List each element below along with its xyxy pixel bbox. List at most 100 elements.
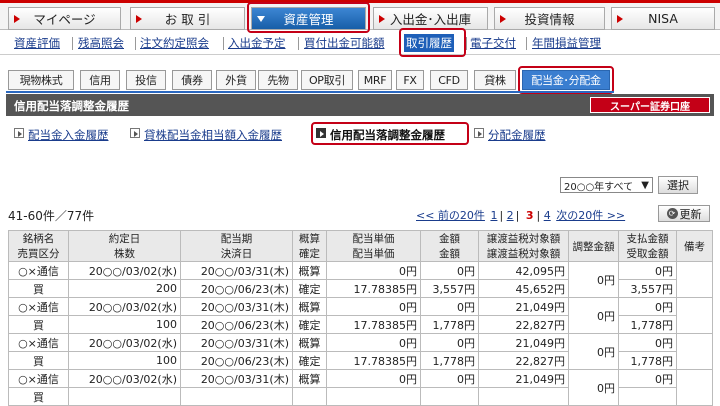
price-conf-cell: 17.78385円	[326, 315, 421, 334]
header-line: 譲渡益税対象額	[486, 233, 561, 245]
column-header: 約定日 株数	[68, 230, 181, 262]
price-conf-cell	[326, 387, 421, 406]
tab-margin[interactable]: 信用	[80, 70, 120, 90]
adjustment-cell: 0円	[568, 297, 619, 334]
column-header: 銘柄名 売買区分	[8, 230, 69, 262]
arrow-right-icon	[14, 15, 20, 23]
tab-fx[interactable]: FX	[396, 70, 424, 90]
column-header: 配当期 決済日	[180, 230, 293, 262]
stock-name-cell: ○×通信	[8, 369, 69, 388]
receipt-cell: 3,557円	[618, 279, 677, 298]
sub-nav-annual-pnl[interactable]: 年間損益管理	[532, 35, 601, 51]
price-est-cell: 0円	[326, 261, 421, 280]
link-distribution-history[interactable]: 分配金履歴	[474, 127, 546, 143]
tab-mrf[interactable]: MRF	[358, 70, 392, 90]
side-cell: 買	[8, 387, 69, 406]
tab-funds[interactable]: 投信	[126, 70, 166, 90]
shares-cell	[68, 387, 181, 406]
tax-est-cell: 21,049円	[478, 333, 569, 352]
tab-foreign-currency[interactable]: 外貨	[216, 70, 256, 90]
arrow-right-icon	[130, 128, 140, 138]
pager-page-2[interactable]: 2	[507, 209, 514, 222]
tab-futures[interactable]: 先物	[258, 70, 298, 90]
adjustment-cell: 0円	[568, 333, 619, 370]
trade-date-cell: 20○○/03/02(水)	[68, 261, 181, 280]
adjustment-cell: 0円	[568, 369, 619, 406]
period-cell: 20○○/03/31(木)	[180, 261, 293, 280]
column-header: 支払金額 受取金額	[618, 230, 677, 262]
nav-tab-label: 入出金･入出庫	[389, 12, 472, 27]
sub-nav-buying-power[interactable]: 買付出金可能額	[304, 35, 385, 51]
period-cell: 20○○/03/31(木)	[180, 333, 293, 352]
arrow-right-icon	[474, 128, 484, 138]
tax-est-cell: 21,049円	[478, 297, 569, 316]
header-line: 確定	[299, 248, 320, 260]
divider	[72, 37, 73, 50]
sub-nav-e-delivery[interactable]: 電子交付	[470, 35, 516, 51]
status-conf-cell	[292, 387, 327, 406]
payment-cell: 0円	[618, 297, 677, 316]
status-est-cell: 概算	[292, 297, 327, 316]
receipt-cell: 1,778円	[618, 351, 677, 370]
payment-cell: 0円	[618, 333, 677, 352]
side-cell: 買	[8, 351, 69, 370]
column-header: 譲渡益税対象額 譲渡益税対象額	[478, 230, 569, 262]
tab-bonds[interactable]: 債券	[172, 70, 212, 90]
note-cell	[676, 333, 713, 370]
sub-nav-deposit-schedule[interactable]: 入出金予定	[228, 35, 286, 51]
super-account-logo: スーパー証券口座	[590, 97, 710, 113]
refresh-button[interactable]: ⟳ 更新	[658, 205, 710, 222]
link-lending-dividend-history[interactable]: 貸株配当金相当額入金履歴	[130, 127, 282, 143]
nav-tab-trade[interactable]: お 取 引	[130, 7, 245, 30]
tab-spot-stocks[interactable]: 現物株式	[8, 70, 74, 90]
adjustment-cell: 0円	[568, 261, 619, 298]
pager-next[interactable]: 次の20件 >>	[556, 209, 625, 222]
price-conf-cell: 17.78385円	[326, 279, 421, 298]
header-line: 決済日	[220, 248, 253, 260]
nav-tab-mypage[interactable]: マイページ	[8, 7, 121, 30]
amount-conf-cell	[420, 387, 479, 406]
nav-tab-investment-info[interactable]: 投資情報	[494, 7, 605, 30]
header-line: 概算	[299, 233, 320, 245]
tab-cfd[interactable]: CFD	[430, 70, 468, 90]
amount-conf-cell: 1,778円	[420, 315, 479, 334]
link-label: 配当金入金履歴	[28, 128, 109, 142]
arrow-right-icon	[617, 15, 623, 23]
main-nav: マイページ お 取 引 資産管理 入出金･入出庫 投資情報 NISA	[0, 0, 720, 33]
refresh-label: 更新	[679, 207, 702, 221]
note-cell	[676, 261, 713, 298]
nav-tab-deposit[interactable]: 入出金･入出庫	[373, 7, 488, 30]
payment-cell: 0円	[618, 369, 677, 388]
year-select[interactable]: 20○○年すべて ▼	[560, 177, 653, 193]
trade-date-cell: 20○○/03/02(水)	[68, 297, 181, 316]
sub-nav-asset-valuation[interactable]: 資産評価	[14, 35, 60, 51]
nav-tab-nisa[interactable]: NISA	[611, 7, 715, 30]
tab-stock-lending[interactable]: 貸株	[474, 70, 516, 90]
pager-page-1[interactable]: 1	[490, 209, 497, 222]
link-dividend-history[interactable]: 配当金入金履歴	[14, 127, 109, 143]
table-header-row: 銘柄名 売買区分 約定日 株数 配当期 決済日 概算 確定 配当単価 配当単価 金額 金額 …	[8, 230, 713, 262]
select-button[interactable]: 選択	[658, 176, 698, 194]
shares-cell: 100	[68, 315, 181, 334]
settle-date-cell	[180, 387, 293, 406]
header-line: 配当単価	[352, 233, 395, 245]
tax-conf-cell: 22,827円	[478, 351, 569, 370]
header-line: 金額	[439, 233, 460, 245]
header-line: 売買区分	[17, 248, 60, 260]
status-est-cell: 概算	[292, 369, 327, 388]
nav-tab-label: NISA	[648, 11, 678, 26]
divider	[466, 37, 467, 50]
divider	[298, 37, 299, 50]
settle-date-cell: 20○○/06/23(木)	[180, 279, 293, 298]
tab-options[interactable]: OP取引	[301, 70, 353, 90]
chevron-down-icon: ▼	[641, 179, 649, 191]
column-header: 概算 確定	[292, 230, 327, 262]
arrow-right-icon	[14, 128, 24, 138]
arrow-right-icon	[379, 15, 385, 23]
sub-nav-order-history[interactable]: 注文約定照会	[140, 35, 209, 51]
column-header: 備考	[676, 230, 713, 262]
pager-page-4[interactable]: 4	[544, 209, 551, 222]
sub-nav-balance[interactable]: 残高照会	[78, 35, 124, 51]
pager-prev[interactable]: << 前の20件	[416, 209, 485, 222]
receipt-cell: 1,778円	[618, 315, 677, 334]
